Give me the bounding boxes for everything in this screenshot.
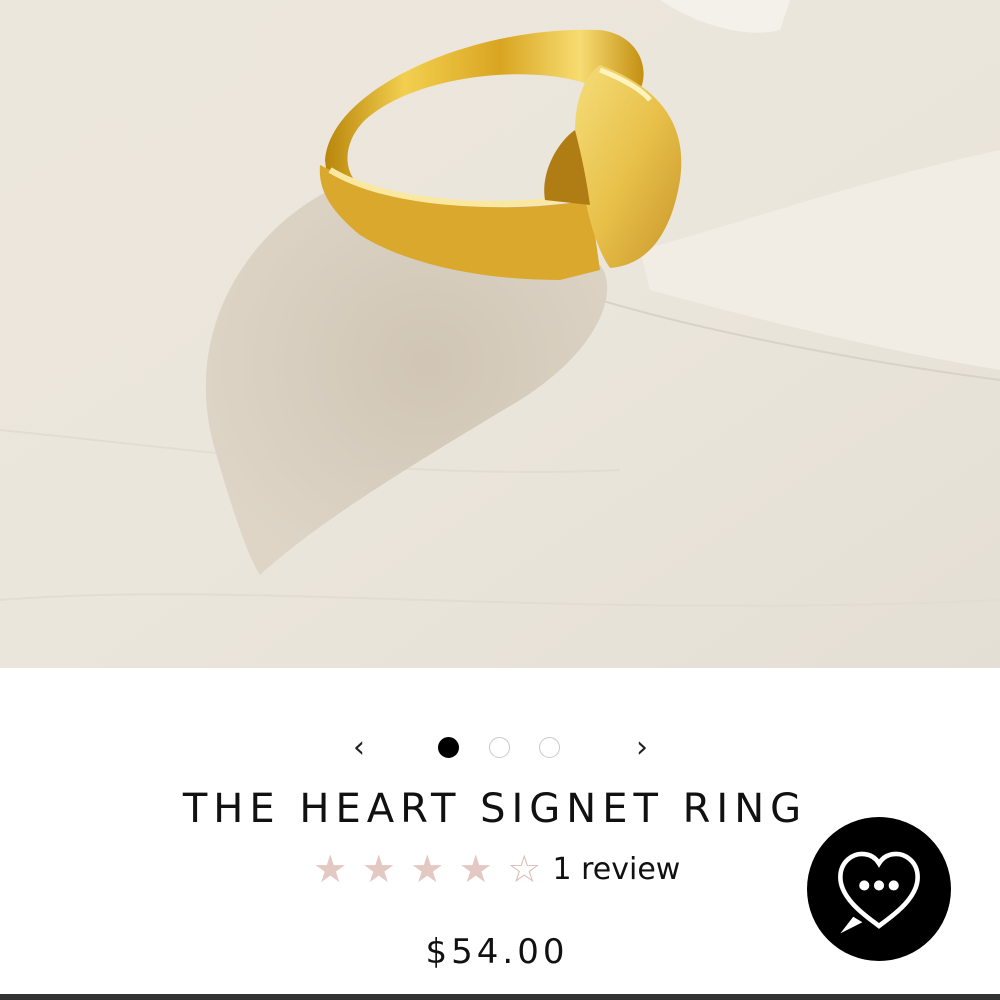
star-icon: ★ [458, 847, 493, 891]
product-title: THE HEART SIGNET RING [182, 786, 808, 832]
chevron-left-icon[interactable]: ‹ [344, 730, 374, 766]
star-icon: ★ [410, 847, 445, 891]
star-outline-icon: ☆ [507, 847, 542, 891]
star-icon: ★ [313, 847, 348, 891]
review-count-link[interactable]: 1 review [553, 852, 681, 887]
star-icon: ★ [361, 847, 396, 891]
product-image[interactable] [0, 0, 1000, 668]
chevron-right-icon[interactable]: › [627, 730, 657, 766]
chat-heart-icon [838, 851, 920, 934]
carousel-dot-3[interactable] [539, 737, 560, 758]
product-rating[interactable]: ★ ★ ★ ★ ☆ 1 review [306, 846, 680, 892]
carousel-dot-2[interactable] [489, 737, 510, 758]
bottom-edge-bar [0, 994, 1000, 1000]
chat-button[interactable] [807, 817, 951, 961]
image-carousel-controls: ‹ › [0, 728, 1000, 768]
carousel-dot-1[interactable] [438, 737, 459, 758]
